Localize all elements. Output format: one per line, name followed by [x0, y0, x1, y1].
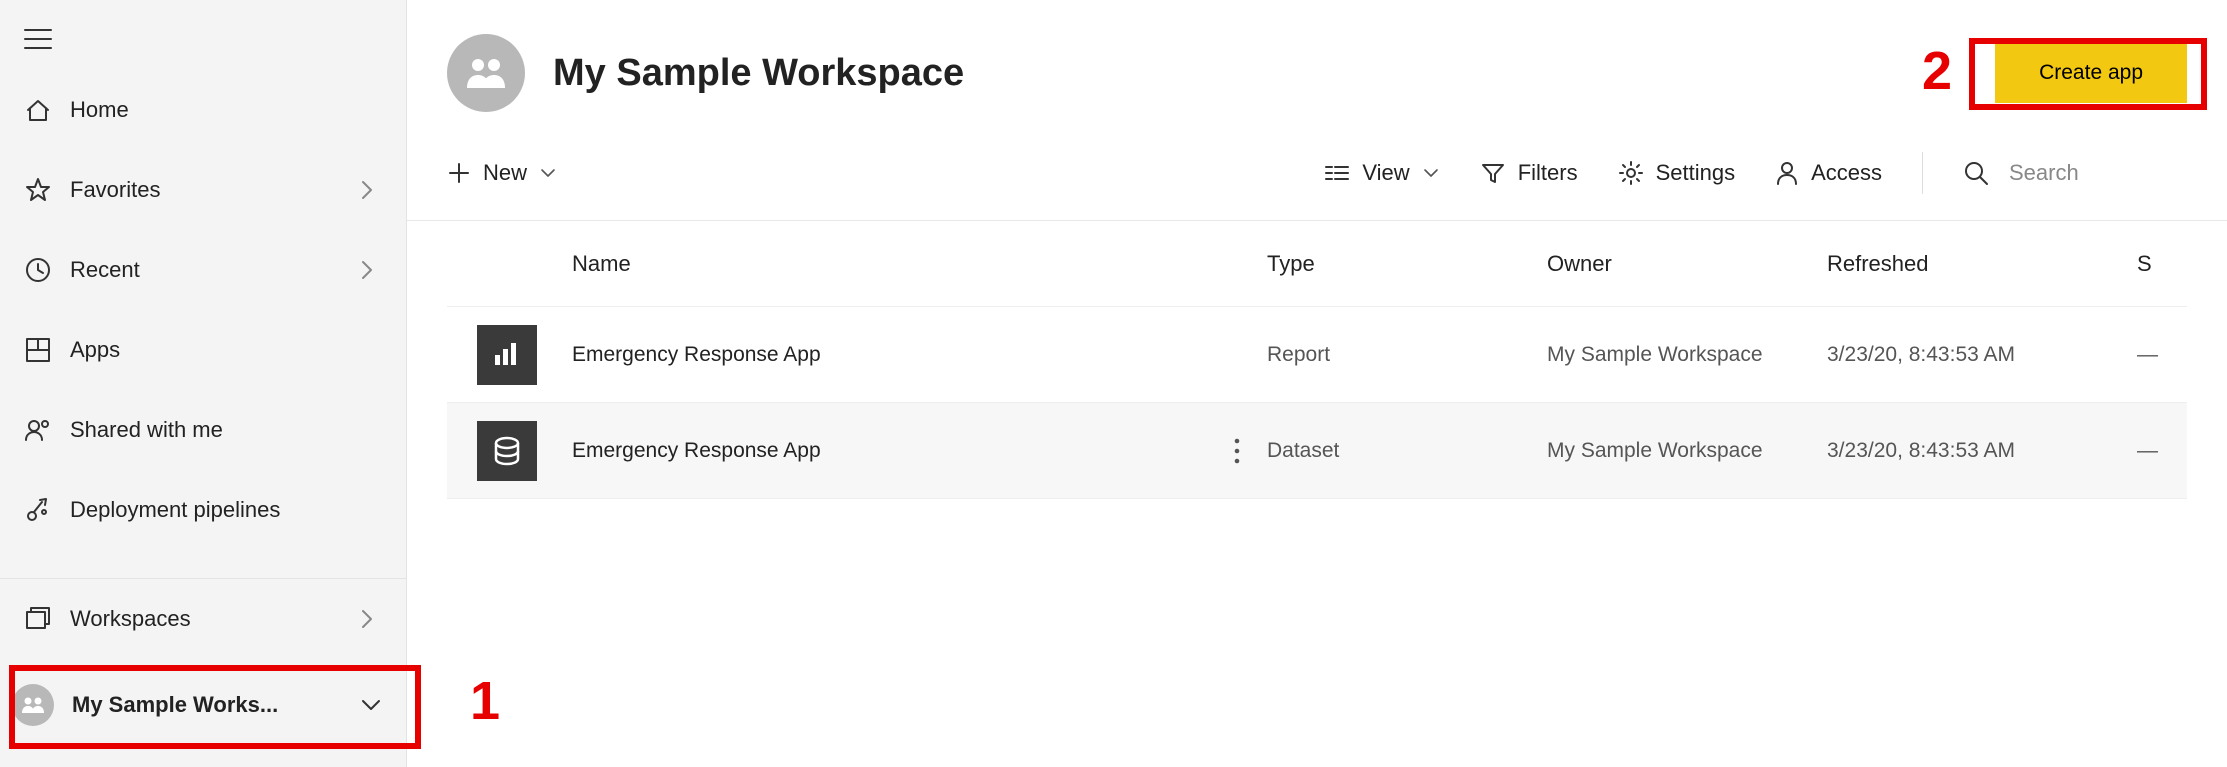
row-owner: My Sample Workspace — [1547, 343, 1827, 367]
hamburger-menu[interactable] — [0, 0, 406, 70]
content-table: Name Type Owner Refreshed S Emergency Re… — [407, 221, 2227, 499]
nav-recent[interactable]: Recent — [0, 230, 406, 310]
toolbar: New View Filters — [407, 132, 2227, 221]
home-icon — [24, 96, 70, 124]
row-type: Dataset — [1267, 439, 1547, 463]
chevron-right-icon — [352, 259, 382, 281]
search-icon — [1963, 160, 1989, 186]
new-label: New — [483, 160, 527, 186]
row-owner: My Sample Workspace — [1547, 439, 1827, 463]
new-button[interactable]: New — [447, 160, 557, 186]
nav-label: Apps — [70, 337, 382, 363]
nav-label: Workspaces — [70, 606, 352, 632]
nav-workspaces[interactable]: Workspaces — [0, 579, 406, 659]
gear-icon — [1618, 160, 1644, 186]
more-vertical-icon — [1233, 437, 1241, 465]
nav-label: Recent — [70, 257, 352, 283]
settings-button[interactable]: Settings — [1618, 160, 1736, 186]
nav-home[interactable]: Home — [0, 70, 406, 150]
view-button[interactable]: View — [1324, 160, 1439, 186]
nav-apps[interactable]: Apps — [0, 310, 406, 390]
chevron-right-icon — [352, 608, 382, 630]
row-name[interactable]: Emergency Response App — [567, 343, 1207, 367]
filters-label: Filters — [1518, 160, 1578, 186]
nav-shared[interactable]: Shared with me — [0, 390, 406, 470]
search[interactable] — [1963, 159, 2187, 187]
row-refreshed: 3/23/20, 8:43:53 AM — [1827, 439, 2137, 463]
nav-label: Home — [70, 97, 382, 123]
col-name[interactable]: Name — [567, 251, 1207, 277]
nav-favorites[interactable]: Favorites — [0, 150, 406, 230]
nav-label: Shared with me — [70, 417, 382, 443]
apps-icon — [24, 336, 70, 364]
col-type[interactable]: Type — [1267, 251, 1547, 277]
table-row[interactable]: Emergency Response App DatasetMy Sample W… — [447, 403, 2187, 499]
nav: Home Favorites Recent — [0, 70, 406, 743]
access-button[interactable]: Access — [1775, 160, 1882, 186]
settings-label: Settings — [1656, 160, 1736, 186]
table-row[interactable]: Emergency Response App ReportMy Sample Wo… — [447, 307, 2187, 403]
search-input[interactable] — [2007, 159, 2187, 187]
shared-icon — [24, 416, 70, 444]
row-type: Report — [1267, 343, 1547, 367]
toolbar-separator — [1922, 152, 1923, 194]
sidebar: Home Favorites Recent — [0, 0, 407, 767]
row-sensitivity: — — [2137, 343, 2187, 367]
row-name[interactable]: Emergency Response App — [567, 439, 1207, 463]
chevron-right-icon — [352, 179, 382, 201]
row-sensitivity: — — [2137, 439, 2187, 463]
row-more-menu[interactable] — [1207, 437, 1267, 465]
chevron-down-icon — [1422, 167, 1440, 179]
dataset-icon — [477, 421, 537, 481]
hamburger-icon — [24, 28, 52, 50]
table-header: Name Type Owner Refreshed S — [447, 221, 2187, 307]
report-icon — [477, 325, 537, 385]
plus-icon — [447, 161, 471, 185]
clock-icon — [24, 256, 70, 284]
nav-pipelines[interactable]: Deployment pipelines — [0, 470, 406, 550]
row-refreshed: 3/23/20, 8:43:53 AM — [1827, 343, 2137, 367]
main: My Sample Workspace Create app 2 New V — [407, 0, 2227, 767]
col-sensitivity[interactable]: S — [2137, 251, 2187, 277]
create-app-button[interactable]: Create app — [1995, 43, 2187, 103]
col-owner[interactable]: Owner — [1547, 251, 1827, 277]
workspace-avatar-icon — [12, 684, 54, 726]
pipeline-icon — [24, 496, 70, 524]
person-icon — [1775, 160, 1799, 186]
star-icon — [24, 176, 70, 204]
col-refreshed[interactable]: Refreshed — [1827, 251, 2137, 277]
workspace-title: My Sample Workspace — [553, 52, 1995, 95]
chevron-down-icon — [539, 167, 557, 179]
nav-label: Favorites — [70, 177, 352, 203]
view-label: View — [1362, 160, 1409, 186]
current-workspace[interactable]: My Sample Works... — [0, 667, 406, 743]
view-icon — [1324, 163, 1350, 183]
filter-icon — [1480, 161, 1506, 185]
chevron-down-icon — [356, 698, 386, 712]
workspace-avatar-icon — [447, 34, 525, 112]
current-workspace-name: My Sample Works... — [72, 692, 356, 718]
nav-label: Deployment pipelines — [70, 497, 382, 523]
workspaces-icon — [24, 605, 70, 633]
filters-button[interactable]: Filters — [1480, 160, 1578, 186]
workspace-header: My Sample Workspace Create app — [407, 0, 2227, 132]
access-label: Access — [1811, 160, 1882, 186]
